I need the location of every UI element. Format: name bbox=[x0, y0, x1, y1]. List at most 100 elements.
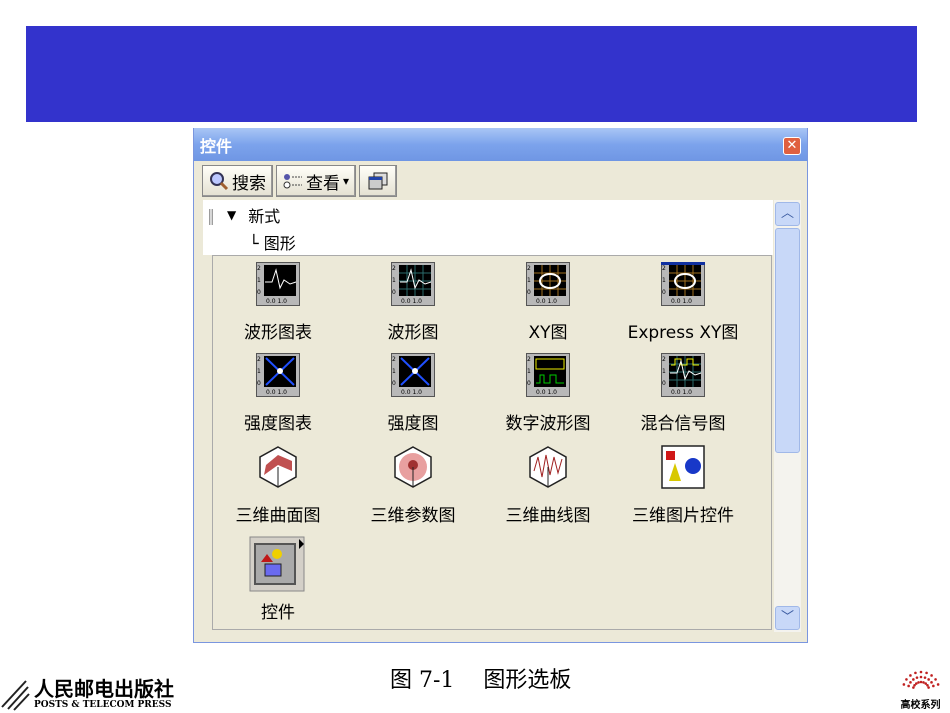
svg-text:0.0 1.0: 0.0 1.0 bbox=[536, 298, 557, 305]
svg-text:2: 2 bbox=[662, 265, 666, 272]
restore-window-button[interactable] bbox=[359, 165, 398, 197]
logo-dot bbox=[936, 683, 939, 686]
palette-item-label: 控件 bbox=[261, 603, 295, 623]
palette-item[interactable]: 2 1 0 0.0 1.0 强度图表 bbox=[213, 353, 343, 434]
3d-picture-icon bbox=[661, 445, 705, 489]
vertical-scrollbar[interactable]: ︿ ﹀ bbox=[774, 200, 801, 632]
palette-item[interactable]: 三维曲线图 bbox=[483, 445, 613, 526]
series-logo: 高校系列 bbox=[893, 660, 948, 711]
svg-text:0.0 1.0: 0.0 1.0 bbox=[536, 389, 557, 396]
logo-dot bbox=[911, 678, 915, 681]
palette-item[interactable]: 三维参数图 bbox=[348, 445, 478, 526]
palette-item[interactable]: 2 1 0 0.0 1.0 数字波形图 bbox=[483, 353, 613, 434]
svg-text:1: 1 bbox=[527, 277, 531, 284]
palette-item[interactable]: 2 1 0 0.0 1.0 强度图 bbox=[348, 353, 478, 434]
view-button[interactable]: 查看 ▾ bbox=[276, 165, 357, 197]
window-restore-icon bbox=[368, 172, 388, 190]
logo-dot bbox=[933, 678, 937, 681]
title-bar[interactable]: 控件 bbox=[194, 128, 807, 161]
svg-text:2: 2 bbox=[527, 265, 531, 272]
logo-dot bbox=[915, 676, 918, 679]
svg-text:0: 0 bbox=[662, 289, 666, 296]
palette-item[interactable]: 2 1 0 0.0 1.0 XY图 bbox=[483, 262, 613, 343]
palette-item-label: Express XY图 bbox=[627, 323, 739, 343]
publisher-logo-icon bbox=[1, 680, 30, 711]
controls-palette-window: 控件 ✕ 搜索 查看 ▾ ‖ ▼ 新式 └ 图形 2 1 0 0.0 1.0 波形图表 2 1 0… bbox=[193, 128, 808, 643]
palette-item[interactable]: 2 1 0 0.0 1.0 波形图 bbox=[348, 262, 478, 343]
palette-item[interactable]: 2 1 0 0.0 1.0 混合信号图 bbox=[618, 353, 748, 434]
palette-item-label: 强度图 bbox=[387, 414, 439, 434]
scroll-down-button[interactable]: ﹀ bbox=[775, 606, 800, 630]
search-icon bbox=[210, 172, 229, 191]
svg-text:1: 1 bbox=[662, 277, 666, 284]
series-label: 高校系列 bbox=[900, 700, 941, 711]
logo-dot bbox=[926, 678, 930, 681]
logo-dot bbox=[926, 686, 930, 689]
scroll-up-button[interactable]: ︿ bbox=[775, 202, 800, 226]
svg-text:1: 1 bbox=[392, 368, 396, 375]
publisher-name: 人民邮电出版社 bbox=[34, 677, 174, 701]
logo-dot bbox=[923, 676, 926, 679]
grip-handle[interactable]: ‖ bbox=[207, 206, 215, 225]
logo-dot bbox=[908, 674, 912, 677]
svg-text:0: 0 bbox=[527, 289, 531, 296]
svg-text:0: 0 bbox=[257, 380, 261, 387]
logo-dot bbox=[919, 675, 922, 679]
tree-item-new-style[interactable]: 新式 bbox=[248, 203, 280, 227]
svg-text:1: 1 bbox=[257, 277, 261, 284]
logo-dot bbox=[913, 671, 917, 675]
window-title: 控件 bbox=[200, 136, 233, 156]
digital-waveform-icon: 2 1 0 0.0 1.0 bbox=[526, 353, 570, 397]
close-button[interactable]: ✕ bbox=[783, 137, 801, 155]
svg-text:1: 1 bbox=[662, 368, 666, 375]
svg-text:2: 2 bbox=[257, 265, 261, 272]
svg-text:0.0 1.0: 0.0 1.0 bbox=[266, 389, 287, 396]
svg-text:0.0 1.0: 0.0 1.0 bbox=[671, 298, 692, 305]
logo-dot bbox=[925, 683, 929, 687]
tree-item-graph[interactable]: └ 图形 bbox=[249, 230, 296, 254]
palette-item[interactable]: 2 1 0 0.0 1.0 波形图表 bbox=[213, 262, 343, 343]
logo-dot bbox=[929, 681, 933, 684]
logo-dot bbox=[914, 682, 918, 685]
mixed-signal-icon: 2 1 0 0.0 1.0 bbox=[661, 353, 705, 397]
3d-parametric-icon bbox=[391, 445, 435, 489]
svg-text:0: 0 bbox=[527, 380, 531, 387]
svg-text:0.0 1.0: 0.0 1.0 bbox=[671, 389, 692, 396]
intensity-chart-icon: 2 1 0 0.0 1.0 bbox=[256, 353, 300, 397]
svg-text:2: 2 bbox=[527, 356, 531, 363]
express-xy-graph-icon: 2 1 0 0.0 1.0 bbox=[661, 262, 705, 306]
svg-text:2: 2 bbox=[662, 356, 666, 363]
waveform-chart-icon: 2 1 0 0.0 1.0 bbox=[256, 262, 300, 306]
logo-dot bbox=[916, 681, 920, 684]
logo-dot bbox=[921, 681, 925, 684]
palette-item[interactable]: 2 1 0 0.0 1.0 Express XY图 bbox=[618, 262, 748, 343]
palette-item[interactable]: 三维图片控件 bbox=[618, 445, 748, 526]
controls-icon bbox=[249, 536, 307, 594]
waveform-graph-icon: 2 1 0 0.0 1.0 bbox=[391, 262, 435, 306]
svg-text:1: 1 bbox=[257, 368, 261, 375]
svg-text:2: 2 bbox=[257, 356, 261, 363]
graph-palette: 2 1 0 0.0 1.0 波形图表 2 1 0 0.0 1.0 波形图 2 1 0 0.0 1.0 XY图… bbox=[212, 255, 772, 630]
search-button[interactable]: 搜索 bbox=[202, 165, 273, 197]
logo-dot bbox=[902, 683, 905, 686]
svg-text:0: 0 bbox=[257, 289, 261, 296]
publisher-logo: 人民邮电出版社 POSTS & TELECOM PRESS bbox=[0, 677, 174, 711]
logo-dot bbox=[906, 684, 910, 688]
scroll-thumb[interactable] bbox=[775, 228, 800, 453]
svg-text:0.0 1.0: 0.0 1.0 bbox=[401, 298, 422, 305]
list-view-icon bbox=[283, 174, 302, 189]
figure-caption: 图 7-1 图形选板 bbox=[390, 668, 572, 693]
svg-text:2: 2 bbox=[392, 356, 396, 363]
palette-item[interactable]: 三维曲面图 bbox=[213, 445, 343, 526]
palette-item[interactable]: 控件 bbox=[213, 536, 343, 623]
palette-item-label: 三维图片控件 bbox=[632, 506, 734, 526]
svg-text:0.0 1.0: 0.0 1.0 bbox=[266, 298, 287, 305]
category-tree: ‖ ▼ 新式 └ 图形 bbox=[203, 200, 773, 255]
expand-triangle-icon[interactable]: ▼ bbox=[227, 208, 236, 222]
palette-item-label: 三维曲面图 bbox=[235, 506, 321, 526]
svg-text:2: 2 bbox=[392, 265, 396, 272]
publisher-name-en: POSTS & TELECOM PRESS bbox=[34, 700, 172, 710]
palette-item-label: 数字波形图 bbox=[505, 414, 591, 434]
palette-item-label: 三维参数图 bbox=[370, 506, 456, 526]
intensity-graph-icon: 2 1 0 0.0 1.0 bbox=[391, 353, 435, 397]
